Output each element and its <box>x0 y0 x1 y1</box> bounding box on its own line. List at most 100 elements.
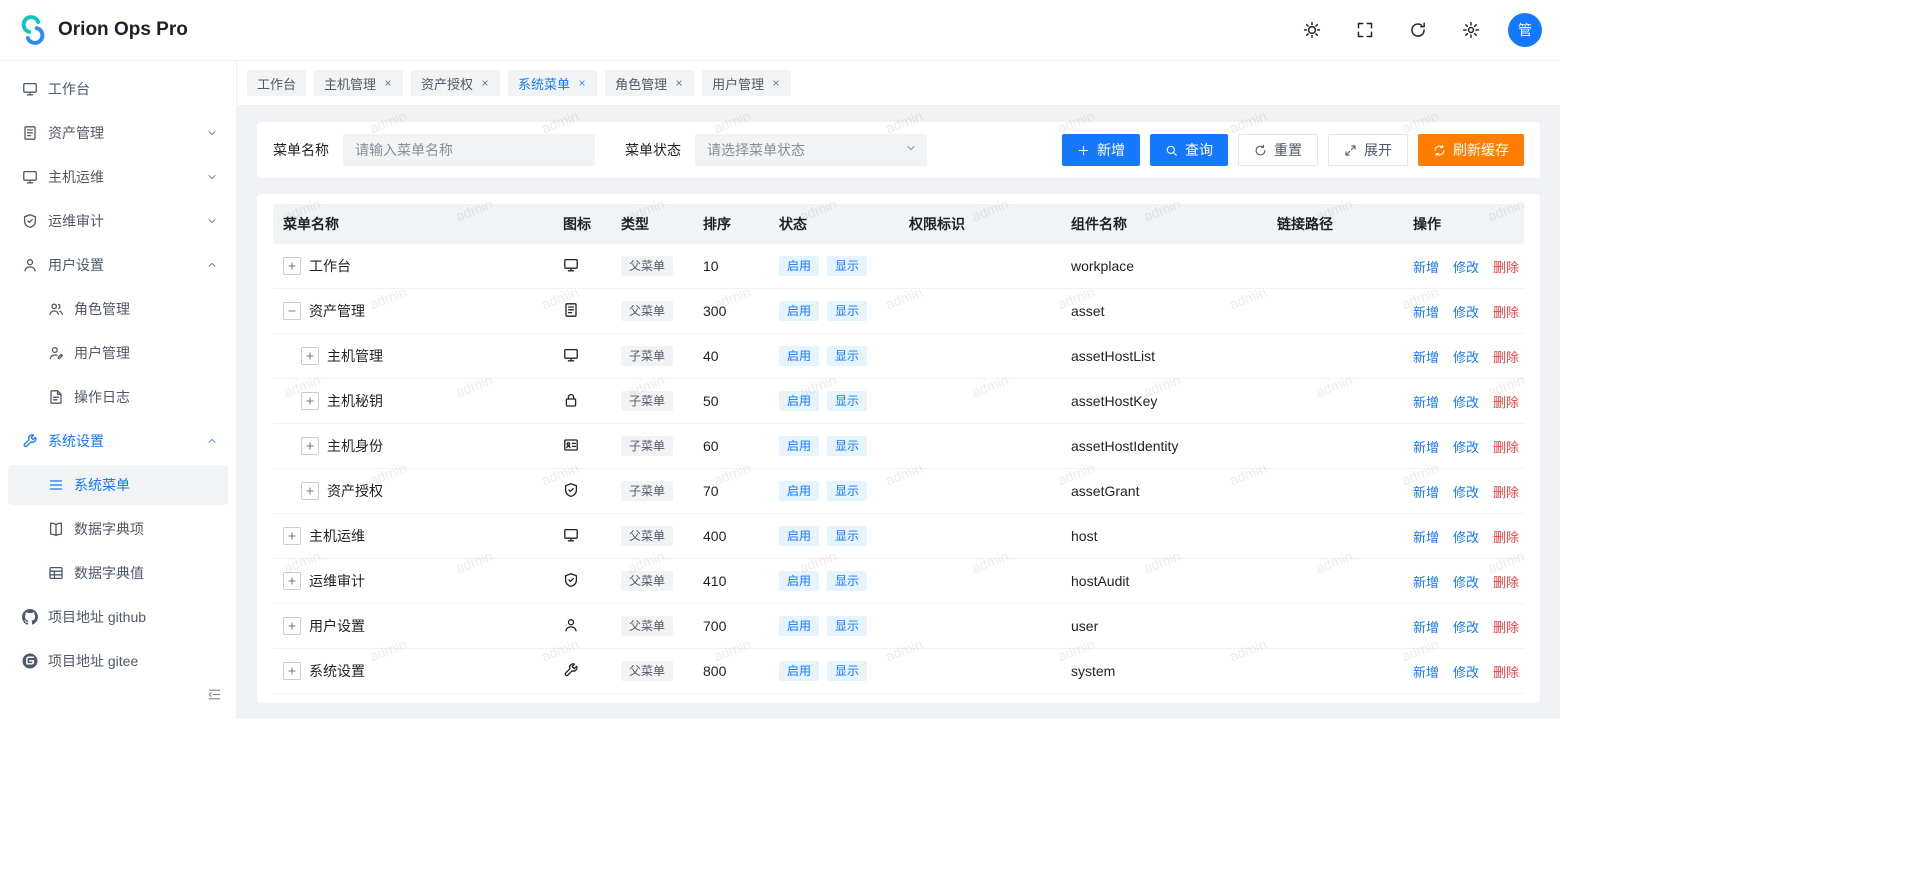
sidebar-item-data-dict-item[interactable]: 数据字典项 <box>8 509 228 549</box>
column-header: 图标 <box>553 204 611 244</box>
delete-row-action[interactable]: 删除 <box>1493 620 1519 635</box>
status-enabled-tag: 启用 <box>779 391 819 411</box>
close-icon[interactable] <box>674 78 684 88</box>
menu-type-tag: 父菜单 <box>621 256 673 276</box>
sidebar-item-user-management[interactable]: 用户管理 <box>8 333 228 373</box>
sidebar-item-workbench[interactable]: 工作台 <box>8 69 228 109</box>
add-row-action[interactable]: 新增 <box>1413 530 1439 545</box>
sidebar-item-operation-log[interactable]: 操作日志 <box>8 377 228 417</box>
sidebar-item-ops-audit[interactable]: 运维审计 <box>8 201 228 241</box>
delete-row-action[interactable]: 删除 <box>1493 395 1519 410</box>
delete-row-action[interactable]: 删除 <box>1493 665 1519 680</box>
delete-row-action[interactable]: 删除 <box>1493 485 1519 500</box>
status-visible-tag: 显示 <box>827 256 867 276</box>
status-enabled-tag: 启用 <box>779 256 819 276</box>
refresh-cache-button[interactable]: 刷新缓存 <box>1418 134 1524 166</box>
expand-row-button[interactable] <box>283 257 301 275</box>
delete-row-action[interactable]: 删除 <box>1493 260 1519 275</box>
sidebar-item-project-github[interactable]: 项目地址 github <box>8 597 228 637</box>
edit-row-action[interactable]: 修改 <box>1453 485 1479 500</box>
sidebar-item-system-settings[interactable]: 系统设置 <box>8 421 228 461</box>
expand-row-button[interactable] <box>301 392 319 410</box>
tab-workbench[interactable]: 工作台 <box>247 70 306 96</box>
settings-button[interactable] <box>1455 14 1487 46</box>
theme-button[interactable] <box>1296 14 1328 46</box>
fullscreen-icon <box>1356 21 1374 39</box>
edit-row-action[interactable]: 修改 <box>1453 575 1479 590</box>
expand-row-button[interactable] <box>301 347 319 365</box>
add-row-action[interactable]: 新增 <box>1413 350 1439 365</box>
menu-name-input[interactable] <box>343 134 595 166</box>
add-row-action[interactable]: 新增 <box>1413 620 1439 635</box>
tab-host-management[interactable]: 主机管理 <box>314 70 403 96</box>
add-row-action[interactable]: 新增 <box>1413 395 1439 410</box>
tab-asset-grant[interactable]: 资产授权 <box>411 70 500 96</box>
sidebar-item-role-management[interactable]: 角色管理 <box>8 289 228 329</box>
sidebar-item-label: 项目地址 gitee <box>48 651 218 671</box>
delete-row-action[interactable]: 删除 <box>1493 350 1519 365</box>
main-area: 工作台主机管理资产授权系统菜单角色管理用户管理 adminadminadmina… <box>237 61 1560 719</box>
expand-row-button[interactable] <box>283 617 301 635</box>
add-row-action[interactable]: 新增 <box>1413 665 1439 680</box>
add-row-action[interactable]: 新增 <box>1413 440 1439 455</box>
header-icon-buttons <box>1296 14 1487 46</box>
expand-row-button[interactable] <box>283 527 301 545</box>
edit-row-action[interactable]: 修改 <box>1453 350 1479 365</box>
add-row-action[interactable]: 新增 <box>1413 575 1439 590</box>
component-name: system <box>1061 649 1267 694</box>
edit-row-action[interactable]: 修改 <box>1453 530 1479 545</box>
reload-button[interactable] <box>1402 14 1434 46</box>
logo[interactable]: Orion Ops Pro <box>18 15 188 45</box>
delete-row-action[interactable]: 删除 <box>1493 575 1519 590</box>
expand-row-button[interactable] <box>301 482 319 500</box>
tab-bar: 工作台主机管理资产授权系统菜单角色管理用户管理 <box>237 61 1560 106</box>
edit-row-action[interactable]: 修改 <box>1453 620 1479 635</box>
expand-row-button[interactable] <box>283 572 301 590</box>
add-row-action[interactable]: 新增 <box>1413 485 1439 500</box>
sidebar-item-user-settings[interactable]: 用户设置 <box>8 245 228 285</box>
tab-system-menu[interactable]: 系统菜单 <box>508 70 597 96</box>
edit-row-action[interactable]: 修改 <box>1453 395 1479 410</box>
sidebar-item-label: 用户管理 <box>74 343 218 363</box>
edit-row-action[interactable]: 修改 <box>1453 665 1479 680</box>
book-icon <box>563 302 579 318</box>
delete-row-action[interactable]: 删除 <box>1493 305 1519 320</box>
close-icon[interactable] <box>480 78 490 88</box>
edit-row-action[interactable]: 修改 <box>1453 260 1479 275</box>
avatar[interactable]: 管 <box>1508 13 1542 47</box>
menu-status-select[interactable]: 请选择菜单状态 <box>695 134 927 166</box>
add-button[interactable]: 新增 <box>1062 134 1140 166</box>
collapse-row-button[interactable] <box>283 302 301 320</box>
expand-button[interactable]: 展开 <box>1328 134 1408 166</box>
delete-row-action[interactable]: 删除 <box>1493 530 1519 545</box>
edit-row-action[interactable]: 修改 <box>1453 440 1479 455</box>
add-row-action[interactable]: 新增 <box>1413 305 1439 320</box>
fullscreen-button[interactable] <box>1349 14 1381 46</box>
expand-row-button[interactable] <box>283 662 301 680</box>
status-enabled-tag: 启用 <box>779 346 819 366</box>
close-icon[interactable] <box>771 78 781 88</box>
add-row-action[interactable]: 新增 <box>1413 260 1439 275</box>
sort-value: 40 <box>693 334 769 379</box>
sidebar-item-asset-management[interactable]: 资产管理 <box>8 113 228 153</box>
query-button[interactable]: 查询 <box>1150 134 1228 166</box>
sidebar-item-data-dict-value[interactable]: 数据字典值 <box>8 553 228 593</box>
sidebar-item-project-gitee[interactable]: 项目地址 gitee <box>8 641 228 681</box>
table-row: 资产授权子菜单70启用显示assetGrant新增修改删除 <box>273 469 1524 514</box>
content-area: adminadminadminadminadminadminadminadmin… <box>237 106 1560 719</box>
close-icon[interactable] <box>383 78 393 88</box>
sidebar-item-system-menu[interactable]: 系统菜单 <box>8 465 228 505</box>
tab-role-management[interactable]: 角色管理 <box>605 70 694 96</box>
expand-row-button[interactable] <box>301 437 319 455</box>
user-icon <box>563 617 579 633</box>
edit-row-action[interactable]: 修改 <box>1453 305 1479 320</box>
sidebar-item-host-ops[interactable]: 主机运维 <box>8 157 228 197</box>
tab-user-management[interactable]: 用户管理 <box>702 70 791 96</box>
book-open-icon <box>48 521 64 537</box>
gear-icon <box>1462 21 1480 39</box>
delete-row-action[interactable]: 删除 <box>1493 440 1519 455</box>
sidebar-collapse-button[interactable] <box>205 685 224 707</box>
close-icon[interactable] <box>577 78 587 88</box>
reset-button[interactable]: 重置 <box>1238 134 1318 166</box>
book-icon <box>22 125 38 141</box>
